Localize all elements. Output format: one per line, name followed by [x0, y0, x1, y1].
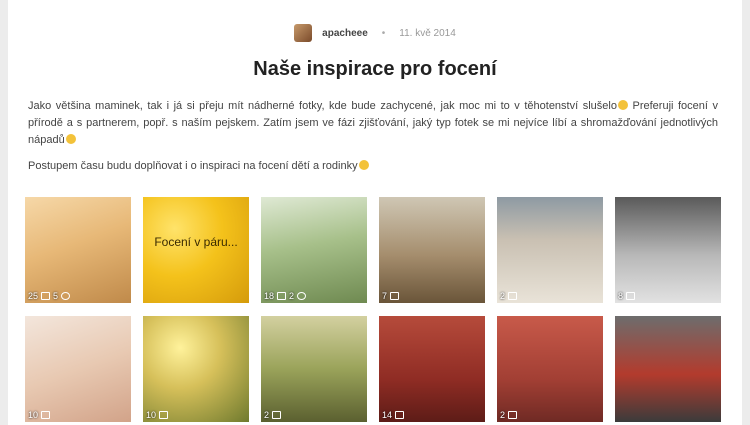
- tile-stats: 14: [382, 410, 405, 420]
- tile-stats: 2: [500, 291, 518, 301]
- photo-tile[interactable]: 7: [379, 197, 485, 303]
- like-count: 7: [382, 291, 388, 301]
- post-date: 11. kvě 2014: [399, 27, 456, 39]
- smiley-icon: [617, 100, 628, 110]
- tile-stats: 18 2: [264, 291, 307, 301]
- photo-tile[interactable]: [615, 316, 721, 422]
- thumbs-up-icon: [390, 292, 400, 300]
- photo-tile[interactable]: 25 5: [25, 197, 131, 303]
- thumbs-up-icon: [626, 292, 636, 300]
- page-title: Naše inspirace pro focení: [253, 58, 497, 80]
- tile-stats: 2: [264, 410, 282, 420]
- intro-text-1: Jako většina maminek, tak i já si přeju …: [28, 100, 617, 112]
- like-count: 10: [28, 410, 39, 420]
- intro-paragraph: Jako většina maminek, tak i já si přeju …: [28, 98, 718, 149]
- photo-tile[interactable]: 18 2: [261, 197, 367, 303]
- like-count: 14: [382, 410, 393, 420]
- speech-bubble-icon: [61, 292, 71, 300]
- album-label: Focení v páru...: [154, 235, 238, 249]
- thumbs-up-icon: [508, 411, 518, 419]
- like-count: 2: [264, 410, 270, 420]
- update-paragraph: Postupem času budu doplňovat i o inspira…: [28, 158, 718, 175]
- like-count: 2: [500, 410, 506, 420]
- thumbs-up-icon: [41, 292, 51, 300]
- tile-stats: 2: [500, 410, 518, 420]
- tile-stats: 7: [382, 291, 400, 301]
- avatar[interactable]: [294, 24, 313, 42]
- author-link[interactable]: apacheee: [322, 28, 368, 39]
- update-text: Postupem času budu doplňovat i o inspira…: [28, 160, 358, 172]
- like-count: 8: [618, 291, 624, 301]
- tile-stats: 25 5: [28, 291, 71, 301]
- thumbs-up-icon: [277, 292, 287, 300]
- post-meta: apacheee • 11. kvě 2014: [0, 24, 750, 42]
- tile-stats: 10: [146, 410, 169, 420]
- like-count: 18: [264, 291, 275, 301]
- thumbs-up-icon: [272, 411, 282, 419]
- photo-tile[interactable]: 8: [615, 197, 721, 303]
- meta-separator: •: [381, 27, 386, 39]
- photo-tile[interactable]: 10: [25, 316, 131, 422]
- album-tile[interactable]: Focení v páru...: [143, 197, 249, 303]
- tile-stats: 10: [28, 410, 51, 420]
- smiley-icon: [358, 160, 369, 170]
- smiley-icon: [65, 134, 76, 144]
- tile-stats: 8: [618, 291, 636, 301]
- photo-tile[interactable]: 10: [143, 316, 249, 422]
- like-count: 10: [146, 410, 157, 420]
- comment-count: 5: [53, 291, 59, 301]
- like-count: 25: [28, 291, 39, 301]
- photo-tile[interactable]: 2: [497, 197, 603, 303]
- photo-tile[interactable]: 14: [379, 316, 485, 422]
- thumbs-up-icon: [508, 292, 518, 300]
- photo-tile[interactable]: 2: [497, 316, 603, 422]
- photo-grid: 25 5 Focení v páru... 18 2 7 2 8 10 10 2…: [25, 197, 721, 422]
- speech-bubble-icon: [297, 292, 307, 300]
- thumbs-up-icon: [395, 411, 405, 419]
- photo-tile[interactable]: 2: [261, 316, 367, 422]
- like-count: 2: [500, 291, 506, 301]
- thumbs-up-icon: [41, 411, 51, 419]
- thumbs-up-icon: [159, 411, 169, 419]
- comment-count: 2: [289, 291, 295, 301]
